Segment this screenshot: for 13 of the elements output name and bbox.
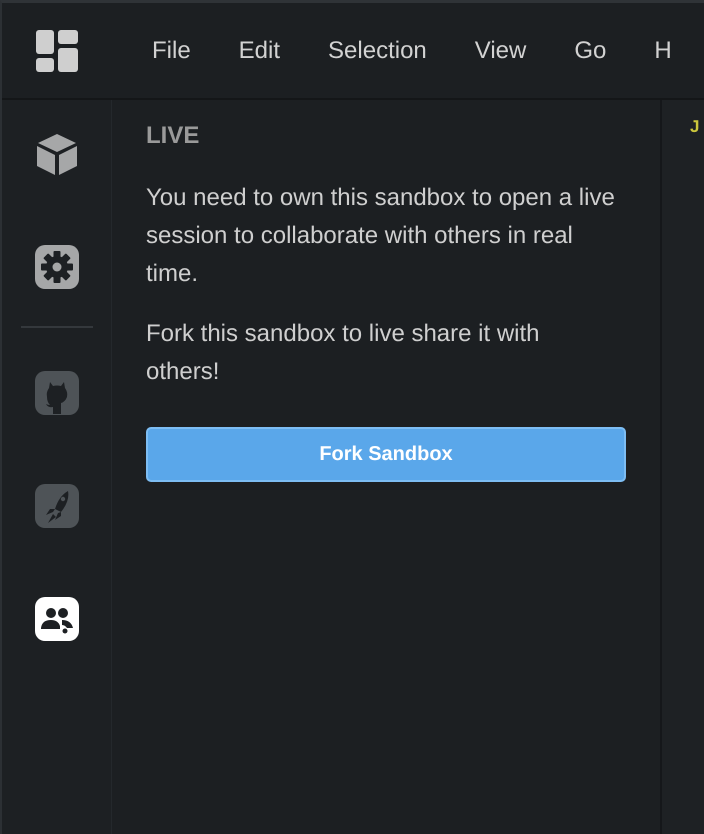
panel-title: LIVE: [146, 122, 200, 151]
people-icon[interactable]: [34, 596, 80, 642]
editor-tab-label[interactable]: J: [690, 117, 700, 136]
menu-item[interactable]: View: [474, 32, 526, 68]
info-text: You need to own this sandbox to open a live session to collaborate with others in real time.: [146, 182, 616, 289]
menu-item[interactable]: File: [152, 32, 191, 68]
info-text: Fork this sandbox to live share it with others!: [146, 318, 541, 387]
menu-item[interactable]: Selection: [328, 32, 427, 68]
menu-item[interactable]: Edit: [238, 32, 280, 68]
settings-icon[interactable]: [34, 244, 80, 290]
dashboard-logo-icon[interactable]: [36, 30, 78, 72]
menu-item[interactable]: Go: [574, 32, 606, 68]
menu-item[interactable]: H: [654, 32, 672, 68]
